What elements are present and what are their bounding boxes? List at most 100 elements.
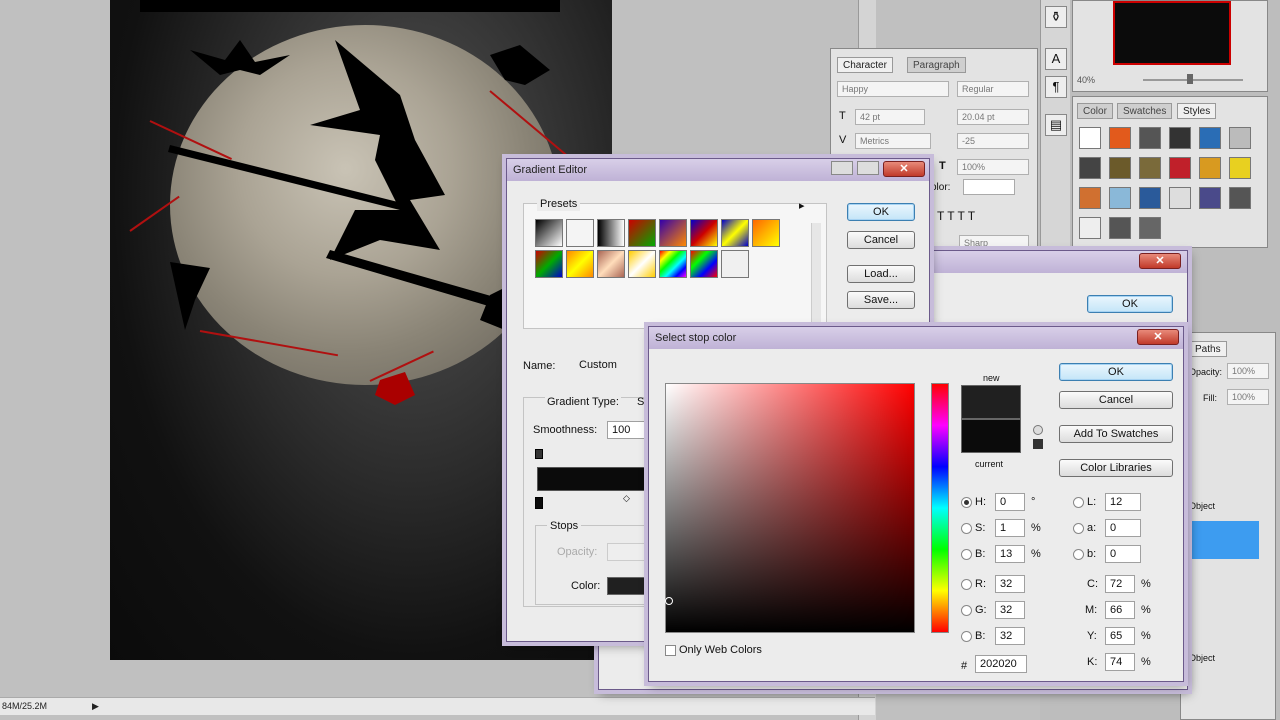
- preset-gradient[interactable]: [628, 250, 656, 278]
- a-channel-field[interactable]: 0: [1105, 519, 1141, 537]
- style-none[interactable]: [1079, 127, 1101, 149]
- paragraph-icon[interactable]: ¶: [1045, 76, 1067, 98]
- font-size-field[interactable]: 42 pt: [855, 109, 925, 125]
- presets-menu-icon[interactable]: ▸: [799, 199, 805, 213]
- yellow-field[interactable]: 65: [1105, 627, 1135, 645]
- only-web-colors-checkbox[interactable]: [665, 645, 676, 656]
- tab-color[interactable]: Color: [1077, 103, 1113, 119]
- gradient-preview-bar[interactable]: [537, 467, 657, 491]
- style-swatch[interactable]: [1139, 187, 1161, 209]
- color-stop[interactable]: [535, 497, 543, 509]
- antialias-select[interactable]: Sharp: [959, 235, 1029, 251]
- preset-gradient[interactable]: [566, 250, 594, 278]
- status-menu-arrow-icon[interactable]: ▶: [92, 698, 99, 715]
- gradient-name-field[interactable]: Custom: [575, 357, 655, 375]
- style-swatch[interactable]: [1229, 157, 1251, 179]
- preset-gradient[interactable]: [628, 219, 656, 247]
- brightness-field[interactable]: 13: [995, 545, 1025, 563]
- magenta-field[interactable]: 66: [1105, 601, 1135, 619]
- style-swatch[interactable]: [1139, 157, 1161, 179]
- gradient-type-select[interactable]: S: [637, 395, 644, 409]
- font-style-select[interactable]: Regular: [957, 81, 1029, 97]
- style-swatch[interactable]: [1079, 187, 1101, 209]
- layer-name[interactable]: Object: [1189, 499, 1215, 513]
- layer-opacity-field[interactable]: 100%: [1227, 363, 1269, 379]
- style-swatch[interactable]: [1169, 157, 1191, 179]
- zoom-slider-thumb[interactable]: [1187, 74, 1193, 84]
- preset-gradient[interactable]: [690, 219, 718, 247]
- ok-button[interactable]: OK: [1059, 363, 1173, 381]
- hue-field[interactable]: 0: [995, 493, 1025, 511]
- hue-radio[interactable]: [961, 497, 972, 508]
- red-radio[interactable]: [961, 579, 972, 590]
- style-swatch[interactable]: [1139, 217, 1161, 239]
- preset-gradient[interactable]: [659, 219, 687, 247]
- black-field[interactable]: 74: [1105, 653, 1135, 671]
- cancel-button[interactable]: Cancel: [847, 231, 915, 249]
- red-field[interactable]: 32: [995, 575, 1025, 593]
- character-icon[interactable]: A: [1045, 48, 1067, 70]
- brightness-radio[interactable]: [961, 549, 972, 560]
- a-channel-radio[interactable]: [1073, 523, 1084, 534]
- close-button[interactable]: ✕: [1139, 253, 1181, 269]
- navigator-thumbnail[interactable]: [1113, 1, 1231, 65]
- style-swatch[interactable]: [1139, 127, 1161, 149]
- style-swatch[interactable]: [1109, 127, 1131, 149]
- style-swatch[interactable]: [1229, 127, 1251, 149]
- style-swatch[interactable]: [1199, 157, 1221, 179]
- style-swatch[interactable]: [1109, 217, 1131, 239]
- midpoint-diamond-icon[interactable]: ◇: [623, 491, 630, 505]
- preset-gradient[interactable]: [597, 219, 625, 247]
- gamut-warning-icon[interactable]: [1033, 425, 1043, 435]
- tracking-field[interactable]: -25: [957, 133, 1029, 149]
- b-channel-field[interactable]: 0: [1105, 545, 1141, 563]
- lightness-radio[interactable]: [1073, 497, 1084, 508]
- smoothness-field[interactable]: 100: [607, 421, 651, 439]
- presets-scrollbar[interactable]: [811, 223, 821, 323]
- saturation-radio[interactable]: [961, 523, 972, 534]
- style-swatch[interactable]: [1199, 187, 1221, 209]
- minimize-icon[interactable]: [831, 161, 853, 175]
- style-swatch[interactable]: [1199, 127, 1221, 149]
- save-button[interactable]: Save...: [847, 291, 915, 309]
- preset-gradient[interactable]: [566, 219, 594, 247]
- style-swatch[interactable]: [1229, 187, 1251, 209]
- zoom-slider[interactable]: [1143, 79, 1243, 81]
- close-button[interactable]: ✕: [883, 161, 925, 177]
- layer-name[interactable]: Object: [1189, 651, 1215, 665]
- ok-button[interactable]: OK: [847, 203, 915, 221]
- color-libraries-button[interactable]: Color Libraries: [1059, 459, 1173, 477]
- blue-radio[interactable]: [961, 631, 972, 642]
- horizontal-scale-field[interactable]: 100%: [957, 159, 1029, 175]
- tab-character[interactable]: Character: [837, 57, 893, 73]
- style-swatch[interactable]: [1169, 187, 1191, 209]
- ok-button[interactable]: OK: [1087, 295, 1173, 313]
- style-swatch[interactable]: [1079, 217, 1101, 239]
- preset-gradient[interactable]: [659, 250, 687, 278]
- color-field[interactable]: [665, 383, 915, 633]
- green-radio[interactable]: [961, 605, 972, 616]
- style-swatch[interactable]: [1079, 157, 1101, 179]
- tab-swatches[interactable]: Swatches: [1117, 103, 1173, 119]
- preset-gradient[interactable]: [721, 219, 749, 247]
- leading-field[interactable]: 20.04 pt: [957, 109, 1029, 125]
- preset-gradient[interactable]: [690, 250, 718, 278]
- preset-gradient[interactable]: [535, 219, 563, 247]
- cyan-field[interactable]: 72: [1105, 575, 1135, 593]
- style-swatch[interactable]: [1169, 127, 1191, 149]
- opacity-stop[interactable]: [535, 449, 543, 459]
- preset-gradient[interactable]: [535, 250, 563, 278]
- tab-paragraph[interactable]: Paragraph: [907, 57, 966, 73]
- cancel-button[interactable]: Cancel: [1059, 391, 1173, 409]
- green-field[interactable]: 32: [995, 601, 1025, 619]
- stop-color-swatch[interactable]: [607, 577, 647, 595]
- saturation-field[interactable]: 1: [995, 519, 1025, 537]
- blue-field[interactable]: 32: [995, 627, 1025, 645]
- hue-slider[interactable]: [931, 383, 949, 633]
- preset-gradient[interactable]: [721, 250, 749, 278]
- layer-fill-field[interactable]: 100%: [1227, 389, 1269, 405]
- faux-styles-icon[interactable]: T T T T: [937, 209, 975, 223]
- color-field-cursor[interactable]: [665, 597, 673, 605]
- font-family-select[interactable]: Happy: [837, 81, 949, 97]
- preset-gradient[interactable]: [597, 250, 625, 278]
